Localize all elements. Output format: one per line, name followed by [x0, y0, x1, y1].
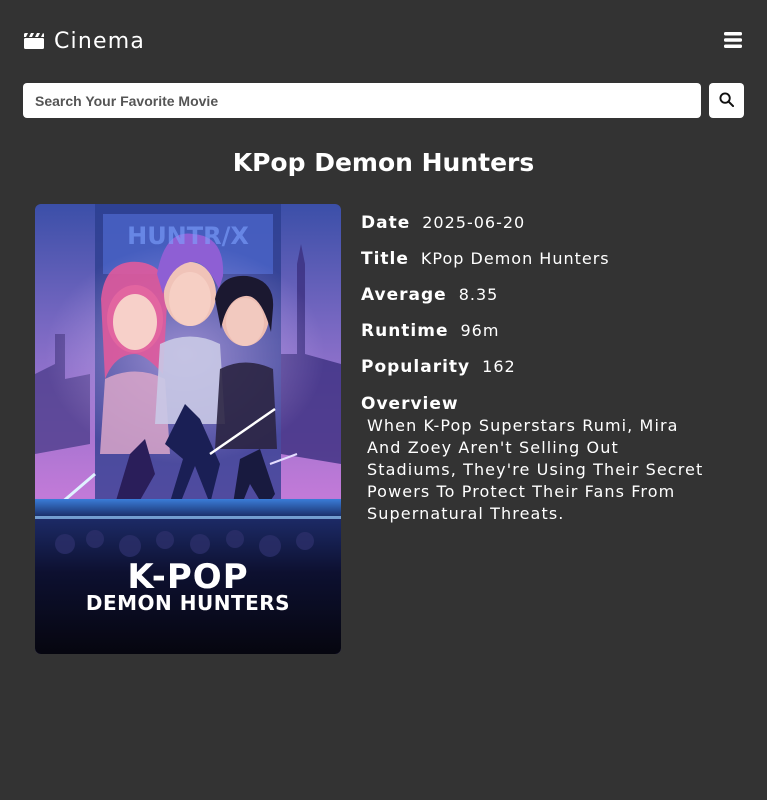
header: Cinema	[24, 26, 744, 56]
movie-details: Date 2025-06-20 Title KPop Demon Hunters…	[361, 213, 721, 525]
detail-label: Average	[361, 285, 447, 305]
search-icon	[719, 91, 735, 110]
movie-heading: KPop Demon Hunters	[232, 148, 535, 177]
search-input[interactable]	[23, 83, 701, 118]
menu-button[interactable]	[724, 31, 742, 49]
clapperboard-icon	[24, 33, 44, 49]
detail-popularity: Popularity 162	[361, 357, 721, 393]
detail-value: 2025-06-20	[422, 213, 526, 232]
search-bar	[23, 83, 744, 118]
search-button[interactable]	[709, 83, 744, 118]
poster-sign-text: HUNTR/X	[127, 222, 249, 250]
hamburger-menu-icon	[724, 32, 742, 53]
detail-title: Title KPop Demon Hunters	[361, 249, 721, 285]
brand-name: Cinema	[54, 28, 146, 54]
detail-runtime: Runtime 96m	[361, 321, 721, 357]
detail-label: Title	[361, 249, 409, 269]
movie-poster: K-POP DEMON HUNTERS HUNTR/X	[35, 204, 341, 654]
poster-title-line2: DEMON HUNTERS	[86, 591, 290, 615]
detail-label: Popularity	[361, 357, 471, 377]
overview-label: Overview	[361, 394, 459, 414]
detail-value: 8.35	[458, 285, 499, 304]
detail-value: 162	[482, 357, 516, 376]
detail-label: Date	[361, 213, 411, 233]
brand[interactable]: Cinema	[24, 26, 145, 56]
detail-value: KPop Demon Hunters	[420, 249, 610, 268]
detail-date: Date 2025-06-20	[361, 213, 721, 249]
overview-text: When K-Pop Superstars Rumi, Mira And Zoe…	[367, 416, 704, 523]
detail-label: Runtime	[361, 321, 449, 341]
detail-average: Average 8.35	[361, 285, 721, 321]
detail-value: 96m	[460, 321, 500, 340]
